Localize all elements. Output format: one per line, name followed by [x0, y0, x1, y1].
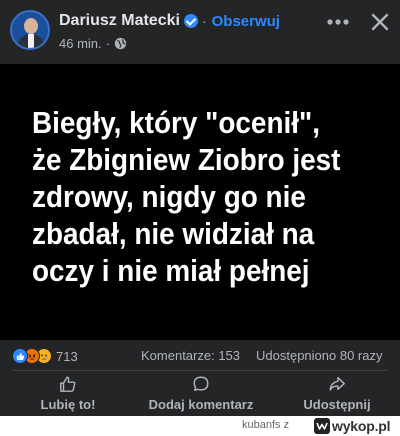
avatar[interactable]: [10, 10, 50, 50]
share-button[interactable]: Udostępnij: [285, 371, 389, 416]
comment-icon: [193, 376, 209, 392]
wykop-footer: kubanfs z wykop.pl: [0, 416, 400, 436]
like-button[interactable]: Lubię to!: [18, 371, 118, 416]
wykop-site-name: wykop.pl: [332, 418, 391, 434]
shares-count[interactable]: Udostępniono 80 razy: [256, 348, 382, 363]
wykop-attribution[interactable]: kubanfs z: [242, 419, 289, 431]
wykop-logo[interactable]: wykop.pl: [314, 417, 390, 435]
wykop-logo-icon: [314, 418, 330, 434]
author-row: Dariusz Matecki · Obserwuj: [59, 11, 280, 31]
follow-button[interactable]: Obserwuj: [212, 13, 280, 30]
comments-count[interactable]: Komentarze: 153: [141, 348, 240, 363]
share-arrow-icon: [329, 376, 345, 391]
reaction-count: 713: [56, 348, 78, 364]
like-button-label: Lubię to!: [40, 397, 96, 412]
post-header: Dariusz Matecki · Obserwuj 46 min. ·: [0, 0, 400, 64]
author-name[interactable]: Dariusz Matecki: [59, 12, 180, 30]
close-icon[interactable]: [364, 6, 396, 38]
name-separator: ·: [201, 13, 207, 29]
post-meta: 46 min. ·: [59, 35, 127, 51]
post-text-background[interactable]: Biegły, który "ocenił", że Zbigniew Ziob…: [0, 64, 400, 340]
avatar-shirt: [28, 34, 34, 48]
comment-button[interactable]: Dodaj komentarz: [135, 371, 267, 416]
post-time[interactable]: 46 min.: [59, 36, 102, 51]
comment-button-label: Dodaj komentarz: [148, 397, 254, 412]
thumbs-up-icon: [60, 376, 76, 392]
verified-badge-icon: [183, 14, 198, 28]
reactions-summary[interactable]: 713: [12, 347, 78, 365]
avatar-face: [24, 18, 38, 34]
post-stats: 713 Komentarze: 153 Udostępniono 80 razy: [0, 342, 400, 370]
share-button-label: Udostępnij: [303, 397, 371, 412]
wykop-connector: z: [283, 419, 290, 431]
meta-separator: ·: [105, 35, 110, 51]
like-reaction-icon: [12, 348, 28, 364]
globe-icon: [114, 37, 127, 49]
post-actions: Lubię to! Dodaj komentarz Udostępnij: [0, 371, 400, 416]
post-card: Dariusz Matecki · Obserwuj 46 min. · Bie…: [0, 0, 400, 416]
wykop-username: kubanfs: [242, 419, 281, 431]
more-horizontal-icon[interactable]: [322, 8, 354, 36]
post-text: Biegły, który "ocenił", że Zbigniew Ziob…: [32, 105, 341, 288]
